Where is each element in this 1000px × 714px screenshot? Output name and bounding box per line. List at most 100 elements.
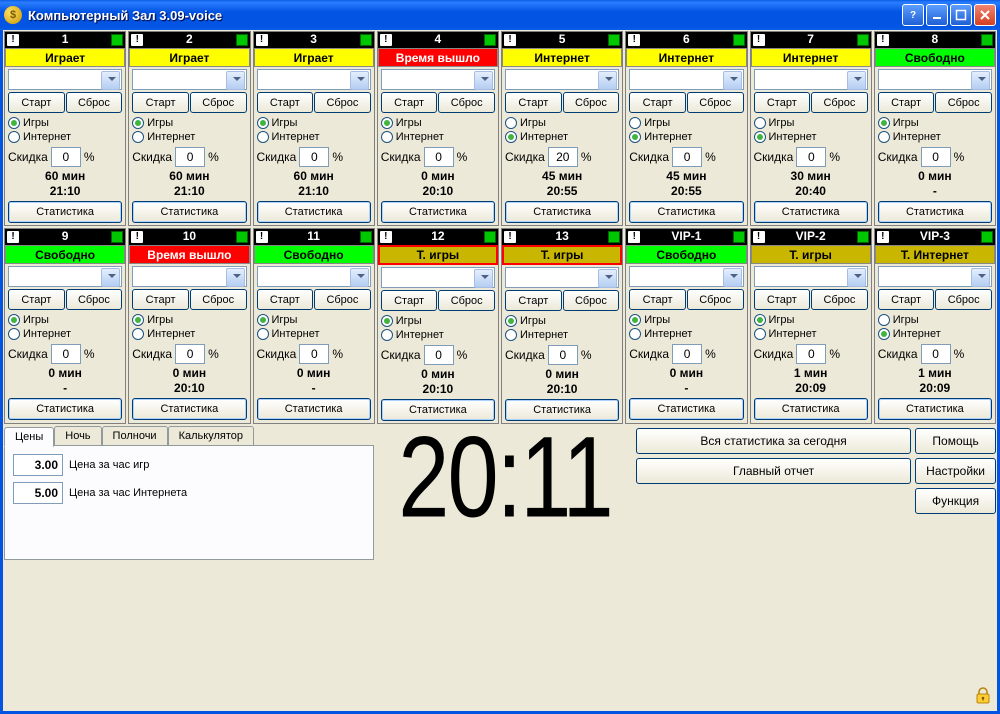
radio-games[interactable]: Игры: [878, 313, 992, 327]
discount-input[interactable]: [548, 345, 578, 365]
discount-input[interactable]: [51, 147, 81, 167]
radio-internet[interactable]: Интернет: [505, 130, 619, 144]
radio-games[interactable]: Игры: [754, 313, 868, 327]
statistics-button[interactable]: Статистика: [257, 201, 371, 223]
statistics-button[interactable]: Статистика: [505, 201, 619, 223]
alert-icon[interactable]: !: [628, 34, 640, 46]
tariff-dropdown[interactable]: [381, 267, 495, 288]
radio-internet[interactable]: Интернет: [257, 130, 371, 144]
discount-input[interactable]: [796, 344, 826, 364]
statistics-button[interactable]: Статистика: [629, 398, 743, 420]
statistics-button[interactable]: Статистика: [878, 201, 992, 223]
tariff-dropdown[interactable]: [132, 69, 246, 90]
tariff-dropdown[interactable]: [878, 69, 992, 90]
radio-internet[interactable]: Интернет: [8, 130, 122, 144]
radio-games[interactable]: Игры: [8, 116, 122, 130]
statistics-button[interactable]: Статистика: [381, 201, 495, 223]
reset-button[interactable]: Сброс: [811, 92, 868, 113]
discount-input[interactable]: [796, 147, 826, 167]
tariff-dropdown[interactable]: [381, 69, 495, 90]
tariff-dropdown[interactable]: [132, 266, 246, 287]
main-report-button[interactable]: Главный отчет: [636, 458, 911, 484]
lock-icon[interactable]: [975, 687, 991, 705]
statistics-button[interactable]: Статистика: [8, 398, 122, 420]
tab[interactable]: Калькулятор: [168, 426, 254, 445]
help-side-button[interactable]: Помощь: [915, 428, 996, 454]
statistics-button[interactable]: Статистика: [629, 201, 743, 223]
discount-input[interactable]: [424, 147, 454, 167]
tariff-dropdown[interactable]: [257, 69, 371, 90]
alert-icon[interactable]: !: [7, 34, 19, 46]
tariff-dropdown[interactable]: [8, 69, 122, 90]
radio-internet[interactable]: Интернет: [878, 130, 992, 144]
discount-input[interactable]: [672, 147, 702, 167]
reset-button[interactable]: Сброс: [935, 289, 992, 310]
statistics-button[interactable]: Статистика: [754, 201, 868, 223]
radio-internet[interactable]: Интернет: [754, 327, 868, 341]
tariff-dropdown[interactable]: [754, 69, 868, 90]
reset-button[interactable]: Сброс: [314, 289, 371, 310]
reset-button[interactable]: Сброс: [314, 92, 371, 113]
reset-button[interactable]: Сброс: [66, 289, 123, 310]
help-button[interactable]: ?: [902, 4, 924, 26]
start-button[interactable]: Старт: [878, 289, 935, 310]
alert-icon[interactable]: !: [131, 34, 143, 46]
discount-input[interactable]: [548, 147, 578, 167]
tariff-dropdown[interactable]: [878, 266, 992, 287]
reset-button[interactable]: Сброс: [687, 92, 744, 113]
radio-internet[interactable]: Интернет: [505, 328, 619, 342]
start-button[interactable]: Старт: [257, 92, 314, 113]
discount-input[interactable]: [175, 147, 205, 167]
reset-button[interactable]: Сброс: [190, 92, 247, 113]
start-button[interactable]: Старт: [629, 289, 686, 310]
reset-button[interactable]: Сброс: [811, 289, 868, 310]
start-button[interactable]: Старт: [505, 290, 562, 311]
reset-button[interactable]: Сброс: [935, 92, 992, 113]
reset-button[interactable]: Сброс: [438, 92, 495, 113]
discount-input[interactable]: [921, 147, 951, 167]
radio-internet[interactable]: Интернет: [132, 130, 246, 144]
price-games-input[interactable]: [13, 454, 63, 476]
reset-button[interactable]: Сброс: [563, 92, 620, 113]
start-button[interactable]: Старт: [878, 92, 935, 113]
start-button[interactable]: Старт: [257, 289, 314, 310]
radio-games[interactable]: Игры: [257, 116, 371, 130]
radio-internet[interactable]: Интернет: [381, 130, 495, 144]
start-button[interactable]: Старт: [381, 290, 438, 311]
statistics-button[interactable]: Статистика: [132, 201, 246, 223]
statistics-button[interactable]: Статистика: [132, 398, 246, 420]
radio-games[interactable]: Игры: [8, 313, 122, 327]
reset-button[interactable]: Сброс: [190, 289, 247, 310]
start-button[interactable]: Старт: [629, 92, 686, 113]
alert-icon[interactable]: !: [7, 231, 19, 243]
statistics-button[interactable]: Статистика: [257, 398, 371, 420]
radio-games[interactable]: Игры: [629, 313, 743, 327]
radio-games[interactable]: Игры: [132, 313, 246, 327]
tariff-dropdown[interactable]: [629, 69, 743, 90]
reset-button[interactable]: Сброс: [563, 290, 620, 311]
radio-internet[interactable]: Интернет: [629, 130, 743, 144]
tariff-dropdown[interactable]: [8, 266, 122, 287]
statistics-button[interactable]: Статистика: [8, 201, 122, 223]
radio-games[interactable]: Игры: [754, 116, 868, 130]
alert-icon[interactable]: !: [131, 231, 143, 243]
radio-games[interactable]: Игры: [257, 313, 371, 327]
alert-icon[interactable]: !: [753, 34, 765, 46]
radio-internet[interactable]: Интернет: [381, 328, 495, 342]
discount-input[interactable]: [921, 344, 951, 364]
alert-icon[interactable]: !: [380, 34, 392, 46]
radio-games[interactable]: Игры: [381, 314, 495, 328]
price-internet-input[interactable]: [13, 482, 63, 504]
start-button[interactable]: Старт: [8, 92, 65, 113]
alert-icon[interactable]: !: [380, 231, 392, 243]
alert-icon[interactable]: !: [504, 231, 516, 243]
discount-input[interactable]: [424, 345, 454, 365]
radio-games[interactable]: Игры: [505, 314, 619, 328]
tariff-dropdown[interactable]: [505, 69, 619, 90]
discount-input[interactable]: [51, 344, 81, 364]
reset-button[interactable]: Сброс: [66, 92, 123, 113]
reset-button[interactable]: Сброс: [438, 290, 495, 311]
tab[interactable]: Цены: [4, 427, 54, 447]
tab[interactable]: Полночи: [102, 426, 168, 445]
start-button[interactable]: Старт: [132, 92, 189, 113]
